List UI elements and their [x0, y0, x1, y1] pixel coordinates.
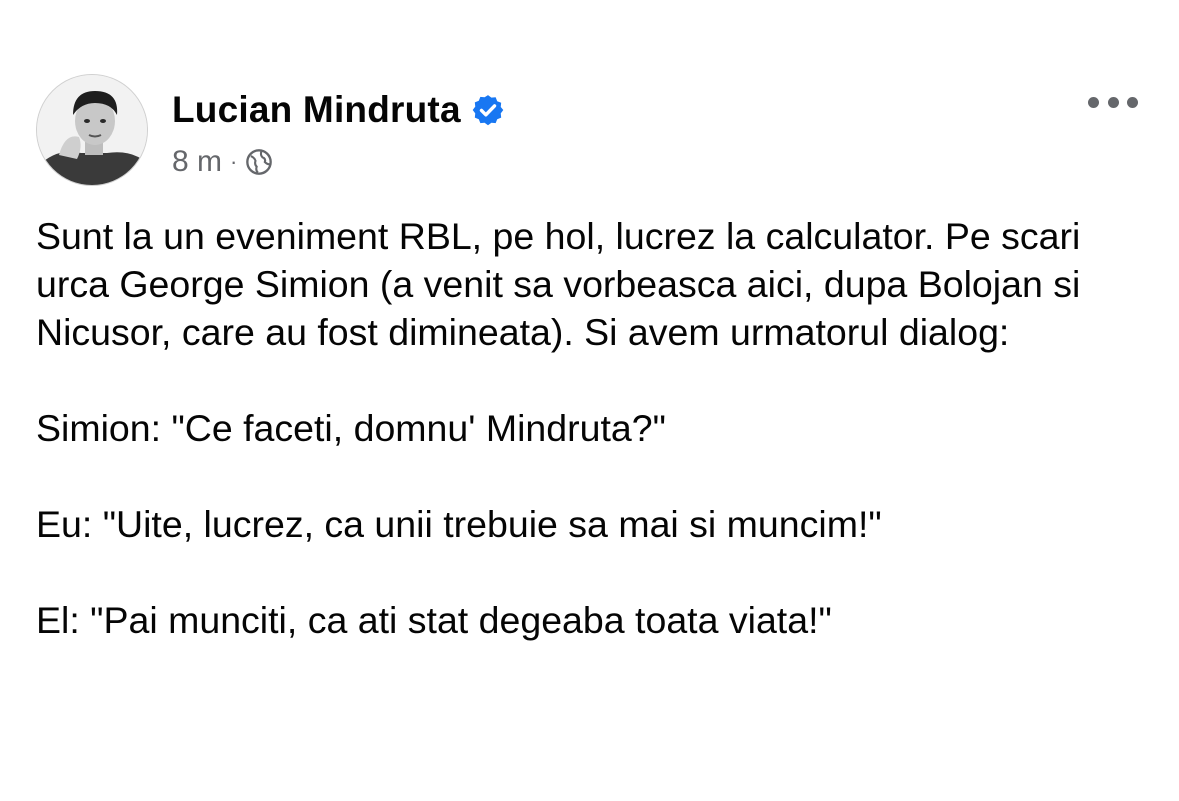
globe-icon[interactable] — [245, 148, 273, 176]
verified-badge-icon — [471, 93, 505, 127]
more-options-button[interactable] — [1088, 90, 1138, 114]
more-dot-icon — [1107, 96, 1119, 108]
author-row: Lucian Mindruta — [172, 84, 505, 136]
author-name[interactable]: Lucian Mindruta — [172, 89, 461, 131]
post-paragraph: Sunt la un eveniment RBL, pe hol, lucrez… — [36, 215, 1081, 353]
facebook-post: Lucian Mindruta 8 m · Sunt la un evenime… — [0, 0, 1179, 801]
more-dot-icon — [1127, 96, 1138, 108]
post-timestamp[interactable]: 8 m — [172, 145, 222, 179]
profile-photo-icon — [37, 75, 147, 185]
post-paragraph: El: "Pai munciti, ca ati stat degeaba to… — [36, 599, 832, 641]
author-avatar[interactable] — [36, 74, 148, 186]
post-paragraph: Simion: "Ce faceti, domnu' Mindruta?" — [36, 407, 666, 449]
post-header: Lucian Mindruta 8 m · — [36, 74, 1146, 190]
more-dot-icon — [1088, 96, 1099, 108]
post-body: Sunt la un eveniment RBL, pe hol, lucrez… — [36, 212, 1146, 692]
post-paragraph: Eu: "Uite, lucrez, ca unii trebuie sa ma… — [36, 503, 882, 545]
meta-separator: · — [230, 149, 238, 174]
post-meta: 8 m · — [172, 142, 273, 182]
